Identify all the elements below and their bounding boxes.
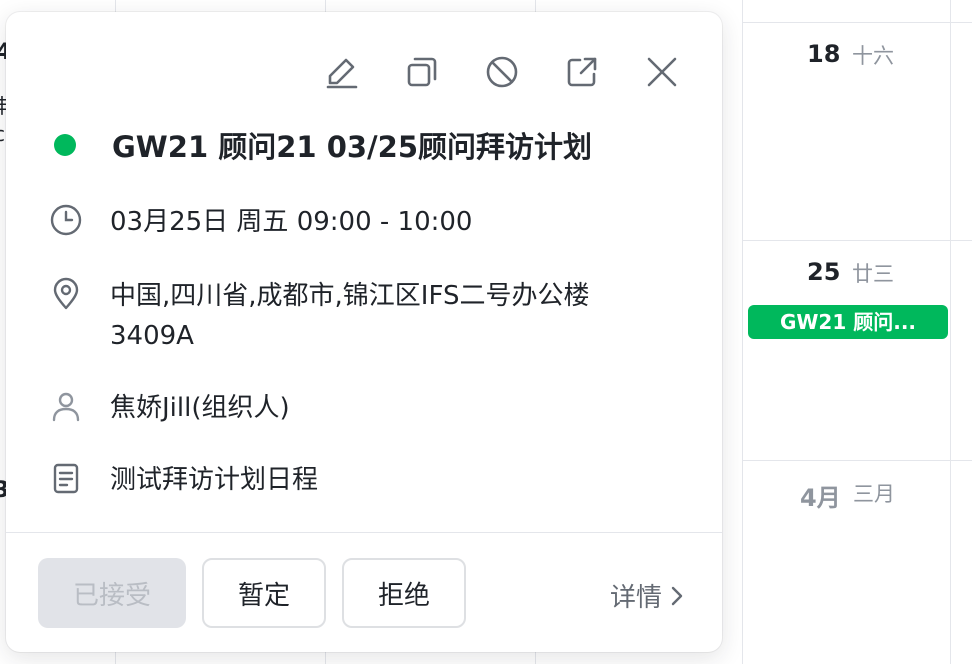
copy-icon	[407, 57, 437, 87]
event-title-row: GW21 顾问21 03/25顾问拜访计划	[52, 124, 592, 166]
grid-line	[325, 0, 326, 12]
grid-line	[742, 460, 972, 461]
event-detail-popup: GW21 顾问21 03/25顾问拜访计划 03月25日 周五 09:00 - …	[6, 12, 722, 652]
location-line: 中国,四川省,成都市,锦江区IFS二号办公楼	[110, 281, 590, 311]
cancel-event-button[interactable]	[482, 52, 522, 92]
event-location-row: 中国,四川省,成都市,锦江区IFS二号办公楼 3409A	[48, 276, 589, 356]
details-link[interactable]: 详情	[610, 577, 686, 614]
grid-line	[535, 0, 536, 12]
event-title: GW21 顾问21 03/25顾问拜访计划	[112, 130, 593, 164]
close-icon	[647, 57, 677, 87]
tentative-button[interactable]: 暂定	[202, 558, 326, 628]
external-link-icon	[567, 57, 597, 87]
cut-off-text: c	[0, 122, 5, 146]
pencil-icon	[326, 58, 358, 89]
accepted-button[interactable]: 已接受	[38, 558, 186, 628]
chevron-right-icon	[671, 586, 683, 605]
event-location: 中国,四川省,成都市,锦江区IFS二号办公楼 3409A	[110, 276, 589, 356]
status-dot	[54, 134, 76, 156]
grid-line	[742, 0, 743, 664]
event-organizer[interactable]: 焦娇Jill(组织人)	[110, 388, 290, 428]
clock-icon	[48, 202, 84, 238]
lunar-date: 十六	[852, 44, 894, 68]
grid-line	[325, 652, 326, 664]
close-button[interactable]	[642, 52, 682, 92]
grid-line	[950, 0, 951, 664]
open-in-new-button[interactable]	[562, 52, 602, 92]
decline-button[interactable]: 拒绝	[342, 558, 466, 628]
day-number[interactable]: 4月	[800, 478, 841, 513]
grid-line	[535, 652, 536, 664]
event-time: 03月25日 周五 09:00 - 10:00	[110, 207, 473, 237]
grid-line	[742, 22, 972, 23]
day-number[interactable]: 18	[807, 40, 840, 68]
document-icon	[48, 460, 84, 496]
event-description: 测试拜访计划日程	[110, 465, 319, 495]
copy-button[interactable]	[402, 52, 442, 92]
person-icon	[48, 388, 84, 424]
details-label: 详情	[609, 583, 662, 613]
day-number[interactable]: 25	[807, 258, 840, 286]
calendar-event-chip[interactable]: GW21 顾问...	[748, 305, 948, 339]
location-line: 3409A	[110, 321, 194, 351]
lunar-date: 三月	[853, 482, 895, 506]
event-organizer-row: 焦娇Jill(组织人)	[48, 388, 290, 428]
location-pin-icon	[48, 276, 84, 312]
grid-line	[742, 240, 972, 241]
lunar-date: 廿三	[852, 262, 894, 286]
grid-line	[115, 0, 116, 12]
divider	[6, 532, 722, 533]
event-time-row: 03月25日 周五 09:00 - 10:00	[48, 202, 472, 242]
ban-icon	[486, 56, 518, 88]
edit-button[interactable]	[322, 52, 362, 92]
grid-line	[115, 652, 116, 664]
event-description-row: 测试拜访计划日程	[48, 460, 318, 500]
